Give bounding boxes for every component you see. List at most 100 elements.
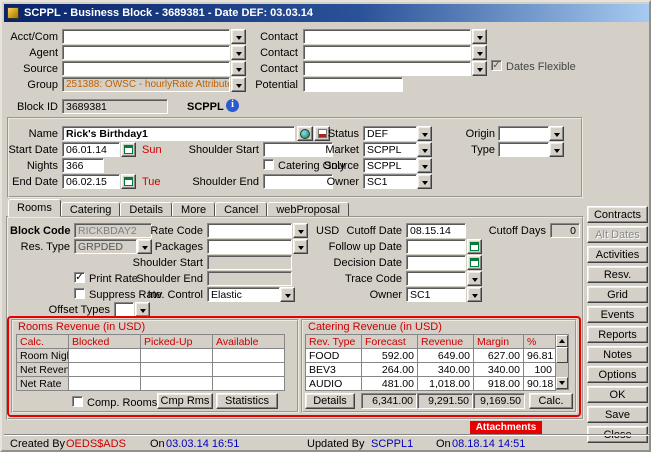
grid-button[interactable]: Grid bbox=[587, 286, 648, 303]
table-row[interactable]: FOOD 592.00 649.00 627.00 96.81 bbox=[306, 349, 556, 363]
source-input[interactable] bbox=[62, 61, 230, 76]
catering-only-checkbox[interactable] bbox=[263, 159, 274, 170]
status-input[interactable]: DEF bbox=[363, 126, 417, 141]
rooms-cell bbox=[69, 377, 141, 391]
contact2-dropdown-icon[interactable] bbox=[472, 45, 487, 60]
scroll-up-icon[interactable] bbox=[556, 335, 568, 347]
trace-code-dropdown-icon[interactable] bbox=[467, 271, 482, 286]
save-button[interactable]: Save bbox=[587, 406, 648, 423]
catering-forecast: 264.00 bbox=[362, 363, 418, 377]
agent-input[interactable] bbox=[62, 45, 230, 60]
inv-control-dropdown-icon[interactable] bbox=[280, 287, 295, 302]
contact1-input[interactable] bbox=[303, 29, 471, 44]
group-label: Group bbox=[4, 79, 58, 91]
source-code-dropdown-icon[interactable] bbox=[417, 158, 432, 173]
origin-input[interactable] bbox=[498, 126, 549, 141]
options-button[interactable]: Options bbox=[587, 366, 648, 383]
catering-header-row: Rev. Type Forecast Revenue Margin % bbox=[306, 335, 556, 349]
attachments-button[interactable]: Attachments bbox=[470, 421, 542, 434]
tab-owner-input[interactable]: SC1 bbox=[406, 287, 466, 302]
agent-label: Agent bbox=[4, 47, 58, 59]
activities-button[interactable]: Activities bbox=[587, 246, 648, 263]
calc-button[interactable]: Calc. bbox=[529, 393, 573, 409]
rate-code-input[interactable] bbox=[207, 223, 292, 238]
dates-flexible-label: Dates Flexible bbox=[506, 61, 576, 73]
decision-date-input[interactable] bbox=[406, 255, 466, 270]
origin-dropdown-icon[interactable] bbox=[549, 126, 564, 141]
scroll-down-icon[interactable] bbox=[556, 377, 568, 389]
potential-input[interactable] bbox=[303, 77, 403, 92]
table-row[interactable]: Room Nights bbox=[17, 349, 285, 363]
contracts-button[interactable]: Contracts bbox=[587, 206, 648, 223]
catering-scrollbar[interactable] bbox=[555, 334, 569, 390]
cutoff-date-input[interactable]: 08.15.14 bbox=[406, 223, 466, 238]
scrollbar-thumb[interactable] bbox=[556, 347, 568, 363]
catering-margin: 340.00 bbox=[474, 363, 524, 377]
table-row[interactable]: AUDIO 481.00 1,018.00 918.00 90.18 bbox=[306, 377, 556, 391]
notes-button-sidebar[interactable]: Notes bbox=[587, 346, 648, 363]
rooms-revenue-title: Rooms Revenue (in USD) bbox=[16, 321, 147, 333]
tab-rooms[interactable]: Rooms bbox=[8, 199, 61, 217]
end-date-calendar-icon[interactable] bbox=[121, 174, 136, 189]
catering-pct: 90.18 bbox=[524, 377, 556, 391]
table-row[interactable]: Net Revenue bbox=[17, 363, 285, 377]
acct-com-input[interactable] bbox=[62, 29, 230, 44]
details-button[interactable]: Details bbox=[305, 393, 355, 409]
info-icon[interactable] bbox=[226, 99, 239, 112]
tab-more[interactable]: More bbox=[172, 202, 215, 217]
contact3-dropdown-icon[interactable] bbox=[472, 61, 487, 76]
contact3-input[interactable] bbox=[303, 61, 471, 76]
packages-input[interactable] bbox=[207, 239, 292, 254]
market-dropdown-icon[interactable] bbox=[417, 142, 432, 157]
owner-input[interactable]: SC1 bbox=[363, 174, 417, 189]
nights-input[interactable]: 366 bbox=[62, 158, 104, 173]
end-date-label: End Date bbox=[4, 176, 58, 188]
inv-control-select[interactable]: Elastic bbox=[207, 287, 280, 302]
status-dropdown-icon[interactable] bbox=[417, 126, 432, 141]
rooms-revenue-table: Calc. Blocked Picked-Up Available Room N… bbox=[16, 334, 285, 391]
profile-globe-button[interactable] bbox=[297, 126, 313, 141]
resv-button[interactable]: Resv. bbox=[587, 266, 648, 283]
market-input[interactable]: SCPPL bbox=[363, 142, 417, 157]
catering-rev-type: AUDIO bbox=[306, 377, 362, 391]
suppress-rate-checkbox[interactable] bbox=[74, 288, 85, 299]
table-row[interactable]: Net Rate bbox=[17, 377, 285, 391]
start-date-calendar-icon[interactable] bbox=[121, 142, 136, 157]
name-input[interactable]: Rick's Birthday1 bbox=[62, 126, 295, 141]
follow-up-date-input[interactable] bbox=[406, 239, 466, 254]
contact2-input[interactable] bbox=[303, 45, 471, 60]
offset-types-input[interactable] bbox=[114, 302, 134, 317]
catering-pct: 96.81 bbox=[524, 349, 556, 363]
tab-catering[interactable]: Catering bbox=[61, 202, 121, 217]
type-input[interactable] bbox=[498, 142, 549, 157]
statistics-button[interactable]: Statistics bbox=[216, 393, 278, 409]
events-button[interactable]: Events bbox=[587, 306, 648, 323]
trace-code-input[interactable] bbox=[406, 271, 466, 286]
end-date-input[interactable]: 06.02.15 bbox=[62, 174, 120, 189]
table-row[interactable]: BEV3 264.00 340.00 340.00 100 bbox=[306, 363, 556, 377]
type-dropdown-icon[interactable] bbox=[549, 142, 564, 157]
rate-code-label: Rate Code bbox=[150, 225, 203, 237]
decision-calendar-icon[interactable] bbox=[467, 255, 482, 270]
catering-margin: 918.00 bbox=[474, 377, 524, 391]
source-code-input[interactable]: SCPPL bbox=[363, 158, 417, 173]
follow-up-calendar-icon[interactable] bbox=[467, 239, 482, 254]
comp-rooms-checkbox[interactable] bbox=[72, 396, 83, 407]
tab-details[interactable]: Details bbox=[120, 202, 172, 217]
tab-owner-dropdown-icon[interactable] bbox=[467, 287, 482, 302]
res-type-input[interactable]: GRPDED bbox=[74, 239, 137, 254]
rate-code-dropdown-icon[interactable] bbox=[293, 223, 308, 238]
cmp-rms-button[interactable]: Cmp Rms bbox=[157, 393, 213, 409]
ok-button[interactable]: OK bbox=[587, 386, 648, 403]
contact3-label: Contact bbox=[242, 63, 298, 75]
reports-button[interactable]: Reports bbox=[587, 326, 648, 343]
tab-webproposal[interactable]: webProposal bbox=[267, 202, 349, 217]
offset-types-dropdown-icon[interactable] bbox=[135, 302, 150, 317]
contact1-dropdown-icon[interactable] bbox=[472, 29, 487, 44]
start-date-input[interactable]: 06.01.14 bbox=[62, 142, 120, 157]
catering-revenue-table: Rev. Type Forecast Revenue Margin % FOOD… bbox=[305, 334, 556, 391]
print-rate-checkbox[interactable] bbox=[74, 272, 85, 283]
packages-dropdown-icon[interactable] bbox=[293, 239, 308, 254]
tab-cancel[interactable]: Cancel bbox=[215, 202, 267, 217]
owner-dropdown-icon[interactable] bbox=[417, 174, 432, 189]
